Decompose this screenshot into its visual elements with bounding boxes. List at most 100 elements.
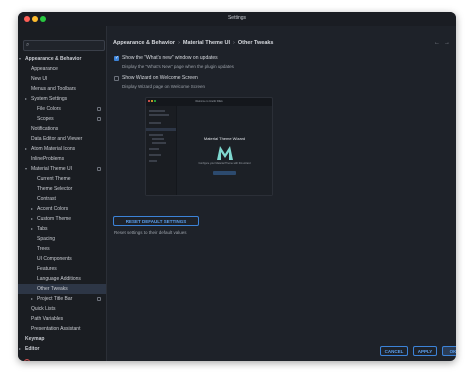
sidebar-item-label: UI Components (37, 256, 72, 262)
chevron-right-icon[interactable]: ▸ (25, 94, 27, 104)
sidebar-item[interactable]: Appearance (18, 64, 106, 74)
wizard-checkbox[interactable] (114, 76, 119, 81)
sidebar-item[interactable]: ▸ System Settings (18, 94, 106, 104)
sidebar-item[interactable]: Features (18, 264, 106, 274)
sidebar-item[interactable]: Keymap (18, 334, 106, 344)
sidebar-item[interactable]: Menus and Toolbars (18, 84, 106, 94)
back-arrow-icon[interactable]: ← (434, 40, 440, 46)
preview-window-title: Welcome to IntelliJ IDEA (195, 100, 223, 103)
settings-window: Settings ⌕ ▾ Appearance & Behavior Appeara… (18, 12, 456, 361)
sidebar-item[interactable]: File Colors (18, 104, 106, 114)
sidebar-item[interactable]: ▸ Atom Material Icons (18, 144, 106, 154)
chevron-right-icon[interactable]: ▸ (31, 224, 33, 234)
wizard-hint: Display Wizard page on Welcome Screen (122, 84, 205, 89)
ok-button[interactable]: OK (442, 346, 456, 356)
chevron-right-icon[interactable]: ▸ (25, 144, 27, 154)
search-input[interactable]: ⌕ (23, 40, 105, 51)
apply-button[interactable]: APPLY (413, 346, 437, 356)
material-logo-icon (217, 146, 233, 160)
preview-heading: Material Theme Wizard (203, 136, 246, 141)
reset-hint: Reset settings to their default values (114, 230, 187, 235)
sidebar-item[interactable]: Path Variables (18, 314, 106, 324)
whats-new-label: Show the "What's new" window on updates (122, 55, 218, 61)
sidebar-item[interactable]: Notifications (18, 124, 106, 134)
sidebar-item-label: System Settings (31, 96, 68, 102)
chevron-down-icon[interactable]: ▾ (19, 54, 21, 64)
sidebar-item[interactable]: New UI (18, 74, 106, 84)
sidebar-item[interactable]: InlineProblems (18, 154, 106, 164)
sidebar-item[interactable]: Theme Selector (18, 184, 106, 194)
preview-description: Configure your Material Theme with this … (198, 162, 251, 165)
sidebar-item[interactable]: ▾ Appearance & Behavior (18, 54, 106, 64)
sidebar-item-label: Presentation Assistant (31, 326, 81, 332)
sidebar-item[interactable]: ▸ Tabs (18, 224, 106, 234)
settings-content: Appearance & Behavior › Material Theme UI ›… (107, 26, 456, 361)
help-icon[interactable]: ? (24, 359, 30, 361)
sidebar-item-label: Current Theme (37, 176, 71, 182)
chevron-right-icon[interactable]: ▸ (31, 214, 33, 224)
project-scope-icon (97, 297, 101, 301)
sidebar-item-label: InlineProblems (31, 156, 65, 162)
preview-main: Material Theme Wizard Configure your Mat… (177, 106, 272, 195)
whats-new-hint: Display the "What's New" page when the p… (122, 64, 234, 69)
sidebar-item-label: Scopes (37, 116, 54, 122)
search-icon: ⌕ (26, 42, 30, 48)
sidebar-item[interactable]: ▾ Material Theme UI (18, 164, 106, 174)
sidebar-item[interactable]: Language Additions (18, 274, 106, 284)
sidebar-item[interactable]: ▸ Editor (18, 344, 106, 354)
sidebar-item-label: Custom Theme (37, 216, 72, 222)
sidebar-item-label: Data Editor and Viewer (31, 136, 83, 142)
sidebar-item-label: Theme Selector (37, 186, 73, 192)
sidebar-item-label: Material Theme UI (31, 166, 73, 172)
sidebar-item[interactable]: ▸ Custom Theme (18, 214, 106, 224)
sidebar-item-label: Tabs (37, 226, 48, 232)
sidebar-item-label: Contrast (37, 196, 56, 202)
wizard-preview-image: Welcome to IntelliJ IDEA Material Theme … (145, 97, 273, 196)
preview-sidebar (146, 106, 176, 195)
sidebar-item-label: Keymap (25, 336, 45, 342)
chevron-right-icon[interactable]: ▸ (19, 344, 21, 354)
chevron-right-icon[interactable]: ▸ (31, 204, 33, 214)
breadcrumb-item[interactable]: Material Theme UI (183, 40, 230, 46)
preview-button (213, 171, 236, 175)
project-scope-icon (97, 107, 101, 111)
sidebar-item-label: Other Tweaks (37, 286, 68, 292)
sidebar-item[interactable]: Trees (18, 244, 106, 254)
sidebar-item[interactable]: ▸ Project Title Bar (18, 294, 106, 304)
sidebar-item[interactable]: Current Theme (18, 174, 106, 184)
sidebar-item-label: New UI (31, 76, 48, 82)
breadcrumb-item: Other Tweaks (237, 40, 274, 46)
forward-arrow-icon[interactable]: → (444, 40, 450, 46)
sidebar-item-label: Quick Lists (31, 306, 56, 312)
chevron-right-icon[interactable]: ▸ (31, 294, 33, 304)
sidebar-item-label: Appearance (31, 66, 58, 72)
sidebar-item-label: Atom Material Icons (31, 146, 76, 152)
sidebar-item[interactable]: Scopes (18, 114, 106, 124)
title-bar: Settings (18, 12, 456, 26)
project-scope-icon (97, 117, 101, 121)
sidebar-item[interactable]: Spacing (18, 234, 106, 244)
sidebar-item[interactable]: Contrast (18, 194, 106, 204)
whats-new-checkbox[interactable] (114, 55, 119, 61)
chevron-down-icon[interactable]: ▾ (25, 164, 27, 174)
sidebar-item-label: Features (37, 266, 57, 272)
sidebar-item-label: Project Title Bar (37, 296, 73, 302)
sidebar-item[interactable]: ▸ Accent Colors (18, 204, 106, 214)
sidebar-item-label: Trees (37, 246, 50, 252)
breadcrumb: Appearance & Behavior › Material Theme UI ›… (113, 40, 274, 46)
project-scope-icon (97, 167, 101, 171)
sidebar-item-label: File Colors (37, 106, 61, 112)
wizard-label: Show Wizard on Welcome Screen (122, 75, 198, 81)
reset-default-settings-button[interactable]: RESET DEFAULT SETTINGS (113, 216, 199, 226)
sidebar-item-label: Menus and Toolbars (31, 86, 76, 92)
sidebar-item[interactable]: Data Editor and Viewer (18, 134, 106, 144)
sidebar-item-label: Path Variables (31, 316, 64, 322)
sidebar-item-label: Language Additions (37, 276, 81, 282)
sidebar-item[interactable]: Presentation Assistant (18, 324, 106, 334)
sidebar-item[interactable]: Quick Lists (18, 304, 106, 314)
cancel-button[interactable]: CANCEL (380, 346, 408, 356)
breadcrumb-item[interactable]: Appearance & Behavior (113, 40, 175, 46)
sidebar-item[interactable]: Other Tweaks (18, 284, 106, 294)
sidebar-item[interactable]: UI Components (18, 254, 106, 264)
sidebar-item-label: Spacing (37, 236, 56, 242)
